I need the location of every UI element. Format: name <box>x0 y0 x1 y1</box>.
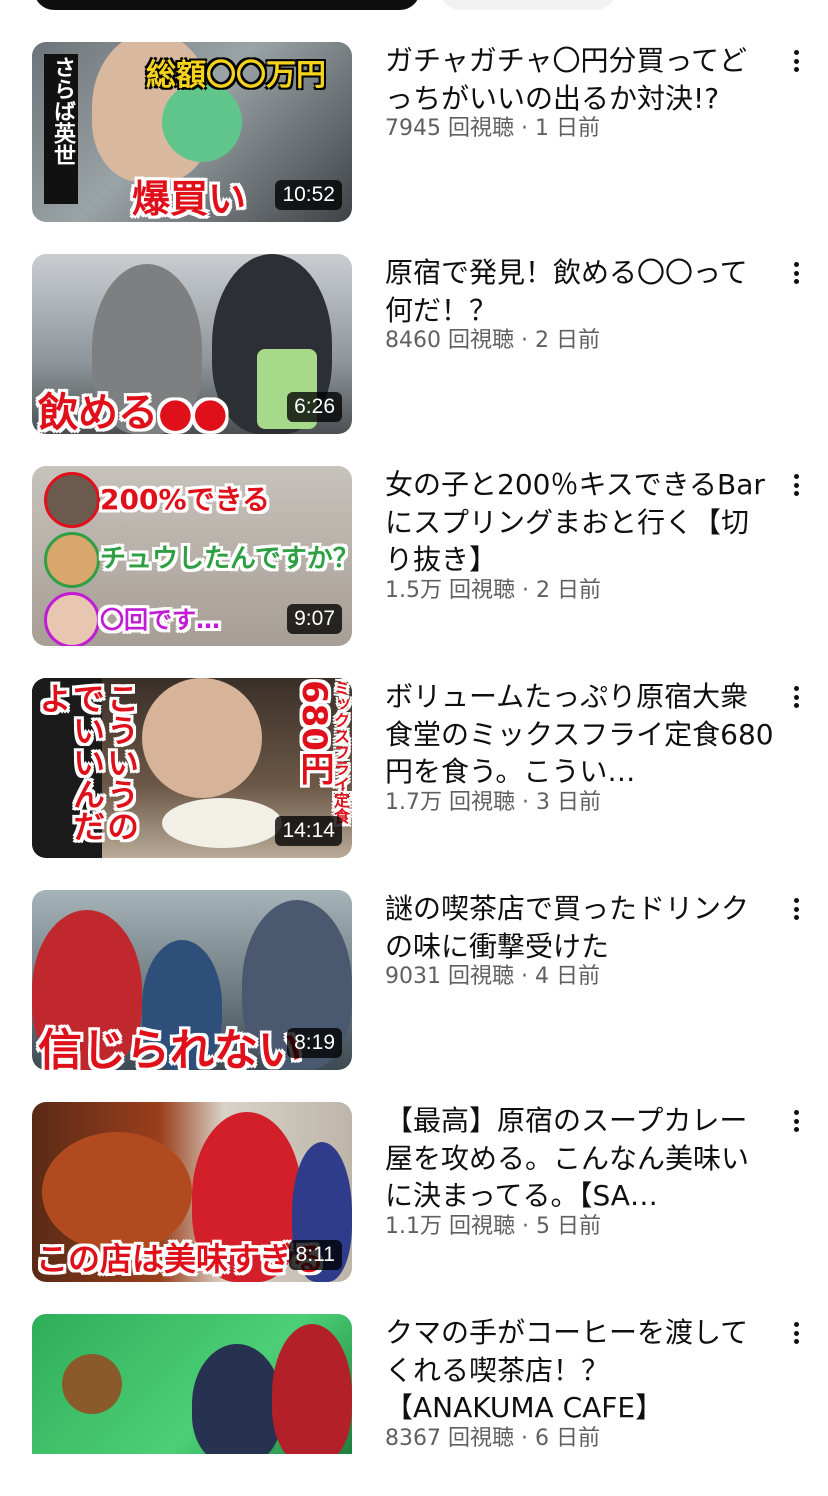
view-count: 8460 回視聴 <box>385 328 514 353</box>
separator-dot: · <box>514 789 536 815</box>
thumbnail-caption-main: 爆買い <box>132 177 247 221</box>
video-duration: 8:19 <box>287 1028 342 1058</box>
video-item[interactable]: 信じられない 8:19 謎の喫茶店で買ったドリンクの味に衝撃受けた 9031 回… <box>0 890 828 1072</box>
thumbnail-caption-3: 〇回です… <box>100 606 220 634</box>
separator-dot: · <box>513 964 535 989</box>
thumbnail-caption-main: この店は美味すぎる <box>36 1240 325 1278</box>
video-meta: 原宿で発見！飲める〇〇って何だ！？ 8460 回視聴 · 2 日前 <box>385 254 775 355</box>
video-thumbnail[interactable]: こういうのでいいんだよ 680円 ミックスフライ定食 14:14 <box>32 678 352 858</box>
filter-chip[interactable] <box>440 0 616 10</box>
video-item[interactable]: 200%できる チュウしたんですか？ 〇回です… 9:07 女の子と200％キス… <box>0 466 828 648</box>
video-title[interactable]: 【最高】原宿のスープカレー屋を攻める。こんなん美味いに決まってる。【SA… <box>385 1102 775 1215</box>
more-vert-icon[interactable] <box>788 682 804 712</box>
video-stats: 9031 回視聴 · 4 日前 <box>385 963 775 991</box>
video-title[interactable]: ガチャガチャ〇円分買ってどっちがいいの出るか対決!? <box>385 42 775 117</box>
video-stats: 1.5万 回視聴 · 2 日前 <box>385 577 775 605</box>
thumbnail-caption-main: こういうのでいいんだよ <box>34 682 140 842</box>
video-meta: 女の子と200％キスできるBarにスプリングまおと行く【切り抜き】 1.5万 回… <box>385 466 775 605</box>
video-stats: 1.7万 回視聴 · 3 日前 <box>385 789 775 817</box>
upload-age: 4 日前 <box>534 964 600 989</box>
video-meta: クマの手がコーヒーを渡してくれる喫茶店！？【ANAKUMA CAFE】 8367… <box>385 1314 775 1453</box>
filter-chip-active[interactable] <box>34 0 420 10</box>
video-title[interactable]: クマの手がコーヒーを渡してくれる喫茶店！？【ANAKUMA CAFE】 <box>385 1314 775 1427</box>
video-title[interactable]: ボリュームたっぷり原宿大衆食堂のミックスフライ定食680円を食う。こうい… <box>385 678 775 791</box>
video-item[interactable]: こういうのでいいんだよ 680円 ミックスフライ定食 14:14 ボリュームたっ… <box>0 678 828 860</box>
view-count: 9031 回視聴 <box>385 964 514 989</box>
view-count: 8367 回視聴 <box>385 1425 514 1451</box>
video-thumbnail[interactable]: さらば英世 総額〇〇万円 爆買い 10:52 <box>32 42 352 222</box>
video-item[interactable]: 飲める●● 6:26 原宿で発見！飲める〇〇って何だ！？ 8460 回視聴 · … <box>0 254 828 436</box>
view-count: 1.1万 回視聴 <box>385 1213 515 1239</box>
separator-dot: · <box>514 1213 536 1239</box>
video-stats: 7945 回視聴 · 1 日前 <box>385 115 775 143</box>
view-count: 1.5万 回視聴 <box>385 577 515 603</box>
video-title[interactable]: 女の子と200％キスできるBarにスプリングまおと行く【切り抜き】 <box>385 466 775 579</box>
separator-dot: · <box>513 116 535 141</box>
more-vert-icon[interactable] <box>788 258 804 288</box>
video-duration: 14:14 <box>275 816 342 846</box>
thumbnail-caption-side: ミックスフライ定食 <box>331 680 350 824</box>
view-count: 7945 回視聴 <box>385 116 514 141</box>
more-vert-icon[interactable] <box>788 894 804 924</box>
video-meta: 謎の喫茶店で買ったドリンクの味に衝撃受けた 9031 回視聴 · 4 日前 <box>385 890 775 991</box>
video-item[interactable]: さらば英世 総額〇〇万円 爆買い 10:52 ガチャガチャ〇円分買ってどっちがい… <box>0 42 828 224</box>
upload-age: 3 日前 <box>535 789 601 815</box>
video-duration: 10:52 <box>275 180 342 210</box>
thumbnail-caption-side: さらば英世 <box>50 56 75 166</box>
thumbnail-caption-2: チュウしたんですか？ <box>100 544 352 574</box>
more-vert-icon[interactable] <box>788 1318 804 1348</box>
upload-age: 5 日前 <box>535 1213 601 1239</box>
thumbnail-caption-main: 飲める●● <box>38 390 228 434</box>
video-thumbnail[interactable] <box>32 1314 352 1454</box>
video-thumbnail[interactable]: 飲める●● 6:26 <box>32 254 352 434</box>
view-count: 1.7万 回視聴 <box>385 789 515 815</box>
more-vert-icon[interactable] <box>788 470 804 500</box>
more-vert-icon[interactable] <box>788 46 804 76</box>
video-thumbnail[interactable]: この店は美味すぎる 8:11 <box>32 1102 352 1282</box>
filter-chip-bar <box>0 0 828 10</box>
upload-age: 2 日前 <box>534 328 600 353</box>
video-title[interactable]: 原宿で発見！飲める〇〇って何だ！？ <box>385 254 775 329</box>
upload-age: 1 日前 <box>534 116 600 141</box>
video-thumbnail[interactable]: 200%できる チュウしたんですか？ 〇回です… 9:07 <box>32 466 352 646</box>
upload-age: 2 日前 <box>535 577 601 603</box>
video-stats: 8460 回視聴 · 2 日前 <box>385 327 775 355</box>
thumbnail-caption-top: 総額〇〇万円 <box>146 58 326 93</box>
video-meta: ボリュームたっぷり原宿大衆食堂のミックスフライ定食680円を食う。こうい… 1.… <box>385 678 775 817</box>
video-thumbnail[interactable]: 信じられない 8:19 <box>32 890 352 1070</box>
video-meta: 【最高】原宿のスープカレー屋を攻める。こんなん美味いに決まってる。【SA… 1.… <box>385 1102 775 1241</box>
video-duration: 8:11 <box>288 1240 342 1270</box>
video-meta: ガチャガチャ〇円分買ってどっちがいいの出るか対決!? 7945 回視聴 · 1 … <box>385 42 775 143</box>
separator-dot: · <box>514 577 536 603</box>
video-duration: 9:07 <box>287 604 342 634</box>
video-stats: 1.1万 回視聴 · 5 日前 <box>385 1213 775 1241</box>
separator-dot: · <box>513 328 535 353</box>
video-duration: 6:26 <box>287 392 342 422</box>
more-vert-icon[interactable] <box>788 1106 804 1136</box>
video-item[interactable]: この店は美味すぎる 8:11 【最高】原宿のスープカレー屋を攻める。こんなん美味… <box>0 1102 828 1284</box>
video-stats: 8367 回視聴 · 6 日前 <box>385 1425 775 1453</box>
separator-dot: · <box>513 1425 535 1451</box>
thumbnail-caption-main: 信じられない <box>38 1025 302 1070</box>
video-title[interactable]: 謎の喫茶店で買ったドリンクの味に衝撃受けた <box>385 890 775 965</box>
video-item[interactable]: クマの手がコーヒーを渡してくれる喫茶店！？【ANAKUMA CAFE】 8367… <box>0 1314 828 1496</box>
thumbnail-caption-1: 200%できる <box>100 483 270 516</box>
upload-age: 6 日前 <box>534 1425 600 1451</box>
